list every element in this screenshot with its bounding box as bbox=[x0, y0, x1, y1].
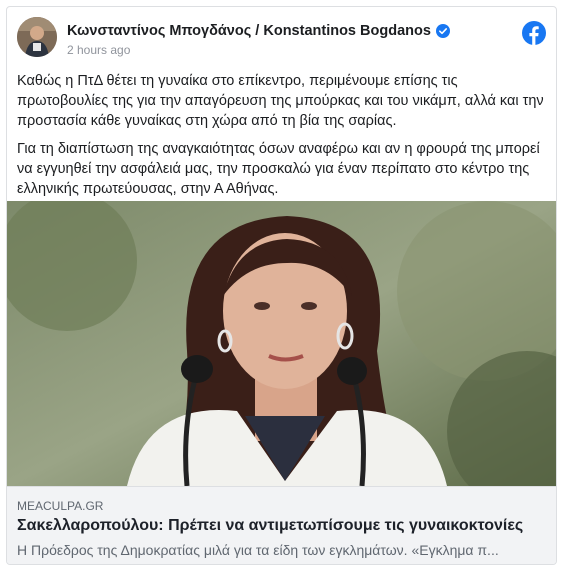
author-avatar[interactable] bbox=[17, 17, 57, 57]
facebook-logo-icon[interactable] bbox=[522, 21, 546, 45]
facebook-post-card: Κωνσταντίνος Μπογδάνος / Konstantinos Bo… bbox=[6, 6, 557, 565]
link-preview[interactable]: MEACULPA.GR Σακελλαροπούλου: Πρέπει να α… bbox=[7, 486, 556, 564]
post-paragraph: Για τη διαπίστωση της αναγκαιότητας όσων… bbox=[17, 141, 540, 197]
link-domain: MEACULPA.GR bbox=[17, 499, 104, 513]
author-name[interactable]: Κωνσταντίνος Μπογδάνος / Konstantinos Bo… bbox=[67, 23, 450, 39]
link-title[interactable]: Σακελλαροπούλου: Πρέπει να αντιμετωπίσου… bbox=[17, 517, 546, 535]
link-preview-image[interactable] bbox=[7, 201, 556, 486]
author-name-text[interactable]: Κωνσταντίνος Μπογδάνος / Konstantinos Bo… bbox=[67, 23, 431, 39]
post-paragraph: Καθώς η ΠτΔ θέτει τη γυναίκα στο επίκεντ… bbox=[17, 73, 544, 129]
post-text: Καθώς η ΠτΔ θέτει τη γυναίκα στο επίκεντ… bbox=[17, 71, 547, 207]
link-description: Η Πρόεδρος της Δημοκρατίας μιλά για τα ε… bbox=[17, 542, 499, 558]
post-timestamp[interactable]: 2 hours ago bbox=[67, 43, 130, 57]
verified-badge-icon bbox=[435, 24, 450, 38]
post-header: Κωνσταντίνος Μπογδάνος / Konstantinos Bo… bbox=[17, 17, 546, 59]
